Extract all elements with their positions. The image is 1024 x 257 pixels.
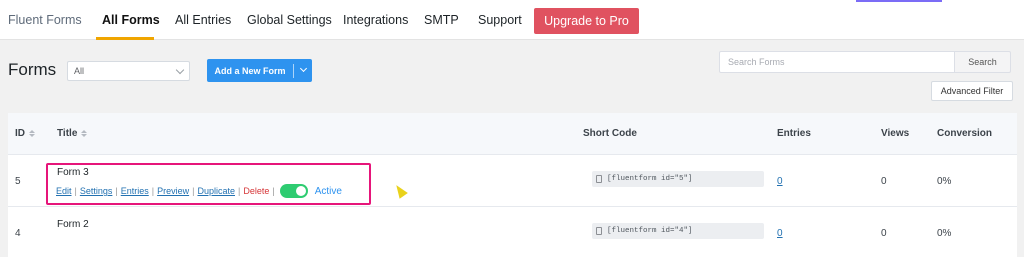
- entries-count-link[interactable]: 0: [777, 176, 783, 187]
- sort-icon[interactable]: [81, 129, 88, 137]
- column-header-entries: Entries: [777, 128, 811, 139]
- form-type-select-value: All: [74, 66, 85, 76]
- top-nav: Fluent Forms All Forms All Entries Globa…: [0, 0, 1024, 40]
- form-title[interactable]: Form 2: [57, 219, 89, 230]
- column-header-title-label: Title: [57, 128, 78, 139]
- top-accent-strip: [856, 0, 942, 2]
- column-header-views: Views: [881, 128, 910, 139]
- nav-support[interactable]: Support: [478, 13, 522, 27]
- upgrade-to-pro-button[interactable]: Upgrade to Pro: [534, 8, 639, 34]
- nav-active-indicator: [96, 37, 154, 40]
- shortcode-text: [fluentform id="5"]: [607, 175, 693, 183]
- add-new-form-button[interactable]: Add a New Form: [207, 59, 312, 82]
- conversion-rate: 0%: [937, 176, 952, 187]
- chevron-down-icon: [175, 65, 185, 75]
- views-count: 0: [881, 176, 887, 187]
- column-header-shortcode: Short Code: [583, 128, 637, 139]
- form-id: 5: [15, 176, 21, 187]
- table-row: 4 Form 2 [fluentform id="4"] 0 0 0%: [8, 208, 1017, 257]
- copy-icon: [596, 227, 602, 235]
- nav-all-forms[interactable]: All Forms: [102, 13, 160, 27]
- nav-all-entries[interactable]: All Entries: [175, 13, 231, 27]
- copy-icon: [596, 175, 602, 183]
- page-title: Forms: [8, 60, 57, 79]
- nav-global-settings[interactable]: Global Settings: [247, 13, 332, 27]
- search-button[interactable]: Search: [955, 51, 1011, 73]
- shortcode-text: [fluentform id="4"]: [607, 227, 693, 235]
- advanced-filter-button[interactable]: Advanced Filter: [931, 81, 1013, 101]
- form-id: 4: [15, 228, 21, 239]
- table-header: ID Title Short Code Entries Views Conver…: [8, 113, 1017, 155]
- entries-count-link[interactable]: 0: [777, 228, 783, 239]
- column-header-id-label: ID: [15, 128, 25, 139]
- brand-link[interactable]: Fluent Forms: [8, 13, 82, 27]
- conversion-rate: 0%: [937, 228, 952, 239]
- column-header-id[interactable]: ID: [15, 128, 35, 139]
- shortcode-box[interactable]: [fluentform id="4"]: [592, 223, 764, 239]
- button-divider: [293, 63, 294, 78]
- shortcode-box[interactable]: [fluentform id="5"]: [592, 171, 764, 187]
- views-count: 0: [881, 228, 887, 239]
- column-header-title[interactable]: Title: [57, 128, 88, 139]
- sort-icon[interactable]: [29, 129, 35, 137]
- nav-integrations[interactable]: Integrations: [343, 13, 408, 27]
- search-input[interactable]: [719, 51, 955, 73]
- column-header-conversion: Conversion: [937, 128, 993, 139]
- add-new-form-label: Add a New Form: [214, 65, 286, 76]
- nav-smtp[interactable]: SMTP: [424, 13, 459, 27]
- highlight-annotation-box: [46, 163, 371, 205]
- chevron-down-icon[interactable]: [299, 64, 308, 73]
- form-type-select[interactable]: All: [67, 61, 190, 81]
